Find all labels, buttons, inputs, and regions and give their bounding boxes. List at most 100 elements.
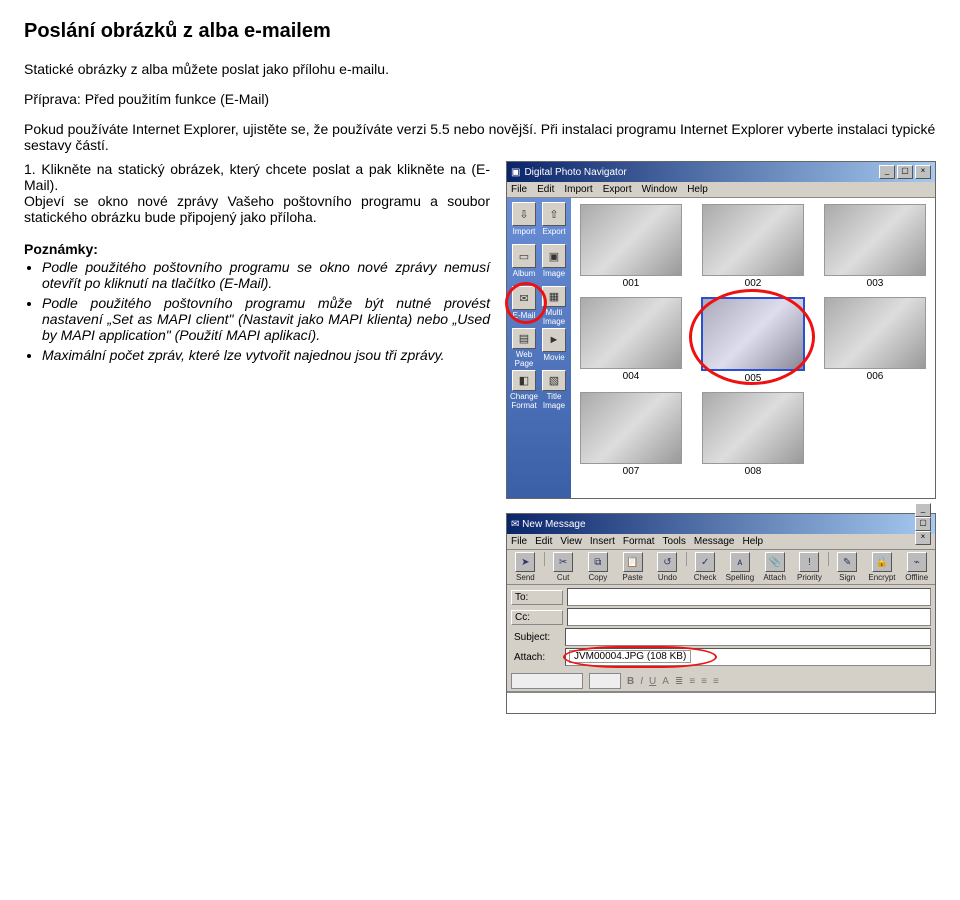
close-button[interactable]: ×: [915, 531, 931, 545]
message-body[interactable]: [507, 692, 935, 713]
attach-field[interactable]: JVM00004.JPG (108 KB): [565, 648, 931, 666]
thumbnail[interactable]: 004: [577, 297, 685, 384]
toolbar-paste[interactable]: 📋Paste: [616, 552, 649, 582]
toolbar-priority[interactable]: !Priority: [793, 552, 826, 582]
menu-help[interactable]: Help: [687, 184, 708, 195]
tool-image[interactable]: ▣Image: [541, 244, 567, 284]
menu-format[interactable]: Format: [623, 536, 655, 547]
subject-label: Subject:: [511, 631, 561, 644]
size-select[interactable]: [589, 673, 621, 689]
tool-movie[interactable]: ►Movie: [541, 328, 567, 368]
tool-album[interactable]: ▭Album: [511, 244, 537, 284]
italic-button[interactable]: I: [640, 676, 643, 687]
menu-edit[interactable]: Edit: [537, 184, 554, 195]
align-right-button[interactable]: ≡: [713, 676, 719, 687]
tool-title-image[interactable]: ▧Title Image: [541, 370, 567, 410]
toolbar-offline[interactable]: ⌁Offline: [900, 552, 933, 582]
cc-label[interactable]: Cc:: [511, 610, 563, 625]
color-button[interactable]: A: [662, 676, 669, 687]
menu-help[interactable]: Help: [742, 536, 763, 547]
toolbar-encrypt[interactable]: 🔒Encrypt: [866, 552, 899, 582]
toolbar-spelling[interactable]: ᴀSpelling: [724, 552, 757, 582]
thumbnail[interactable]: 006: [821, 297, 929, 384]
close-button[interactable]: ×: [915, 165, 931, 179]
toolbar-undo[interactable]: ↺Undo: [651, 552, 684, 582]
toolbar-sign[interactable]: ✎Sign: [831, 552, 864, 582]
thumbnail[interactable]: 001: [577, 204, 685, 289]
thumbnail[interactable]: 003: [821, 204, 929, 289]
attachment-chip[interactable]: JVM00004.JPG (108 KB): [569, 650, 691, 663]
align-center-button[interactable]: ≡: [701, 676, 707, 687]
to-field[interactable]: [567, 588, 931, 606]
tool-export[interactable]: ⇧Export: [541, 202, 567, 242]
maximize-button[interactable]: ▢: [897, 165, 913, 179]
toolbar-copy[interactable]: ⧉Copy: [582, 552, 615, 582]
menubar: File Edit Import Export Window Help: [507, 182, 935, 198]
menu-file[interactable]: File: [511, 536, 527, 547]
toolbar-attach[interactable]: 📎Attach: [758, 552, 791, 582]
notes-heading: Poznámky:: [24, 241, 490, 257]
format-toolbar: B I U A ≣ ≡ ≡ ≡: [507, 671, 935, 692]
thumbnail[interactable]: 007: [577, 392, 685, 477]
toolbar-check[interactable]: ✓Check: [689, 552, 722, 582]
separator: [544, 552, 545, 566]
preparation-line: Příprava: Před použitím funkce (E-Mail): [24, 91, 936, 107]
underline-button[interactable]: U: [649, 676, 656, 687]
note-item: Podle použitého poštovního programu může…: [42, 295, 490, 343]
thumbnail-selected[interactable]: 005: [699, 297, 807, 384]
thumbnail-area: 001 002 003 004 005 006 007 008: [571, 198, 935, 498]
menu-export[interactable]: Export: [603, 184, 632, 195]
step-text-a: Klikněte na statický obrázek, který chce…: [24, 161, 490, 193]
tool-change-format[interactable]: ◧Change Format: [511, 370, 537, 410]
minimize-button[interactable]: _: [915, 503, 931, 517]
window-title: New Message: [522, 519, 585, 530]
step-text-b: Objeví se okno nové zprávy Vašeho poštov…: [24, 193, 490, 225]
intro-text: Statické obrázky z alba můžete poslat ja…: [24, 61, 936, 77]
bold-button[interactable]: B: [627, 676, 634, 687]
titlebar: ✉ New Message _ ▢ ×: [507, 514, 935, 534]
minimize-button[interactable]: _: [879, 165, 895, 179]
font-select[interactable]: [511, 673, 583, 689]
prep-label: Příprava:: [24, 91, 81, 107]
thumbnail[interactable]: 008: [699, 392, 807, 477]
menu-import[interactable]: Import: [564, 184, 592, 195]
menu-file[interactable]: File: [511, 184, 527, 195]
prep-paragraph: Pokud používáte Internet Explorer, ujist…: [24, 121, 936, 153]
mail-icon: ✉: [511, 519, 519, 530]
to-label[interactable]: To:: [511, 590, 563, 605]
thumbnail[interactable]: 002: [699, 204, 807, 289]
tool-email[interactable]: ✉E-Mail: [511, 286, 537, 326]
attach-label: Attach:: [511, 651, 561, 664]
menu-edit[interactable]: Edit: [535, 536, 552, 547]
new-message-window: ✉ New Message _ ▢ × File Edit View Inser…: [506, 513, 936, 714]
menu-insert[interactable]: Insert: [590, 536, 615, 547]
note-item: Podle použitého poštovního programu se o…: [42, 259, 490, 291]
subject-field[interactable]: [565, 628, 931, 646]
bullets-button[interactable]: ≣: [675, 676, 683, 687]
menu-tools[interactable]: Tools: [663, 536, 686, 547]
separator: [828, 552, 829, 566]
toolbar-send[interactable]: ➤Send: [509, 552, 542, 582]
menubar: File Edit View Insert Format Tools Messa…: [507, 534, 935, 550]
window-title: Digital Photo Navigator: [524, 167, 626, 178]
titlebar: ▣ Digital Photo Navigator _ ▢ ×: [507, 162, 935, 182]
cc-field[interactable]: [567, 608, 931, 626]
photo-navigator-window: ▣ Digital Photo Navigator _ ▢ × File Edi…: [506, 161, 936, 499]
notes-list: Podle použitého poštovního programu se o…: [42, 259, 490, 363]
menu-window[interactable]: Window: [642, 184, 678, 195]
step-number: 1.: [24, 161, 36, 177]
tool-web-page[interactable]: ▤Web Page: [511, 328, 537, 368]
menu-message[interactable]: Message: [694, 536, 735, 547]
prep-text: Před použitím funkce (E-Mail): [81, 91, 269, 107]
align-left-button[interactable]: ≡: [689, 676, 695, 687]
note-item: Maximální počet zpráv, které lze vytvoři…: [42, 347, 490, 363]
toolbar-cut[interactable]: ✂Cut: [547, 552, 580, 582]
tool-multi-image[interactable]: ▦Multi Image: [541, 286, 567, 326]
step-1: 1. Klikněte na statický obrázek, který c…: [24, 161, 490, 225]
sidebar: ⇩Import ⇧Export ▭Album ▣Image ✉E-Mail ▦M…: [507, 198, 571, 498]
header-fields: To: Cc: Subject: Attach: JVM00004.JPG (1…: [507, 585, 935, 671]
separator: [686, 552, 687, 566]
tool-import[interactable]: ⇩Import: [511, 202, 537, 242]
maximize-button[interactable]: ▢: [915, 517, 931, 531]
menu-view[interactable]: View: [560, 536, 582, 547]
